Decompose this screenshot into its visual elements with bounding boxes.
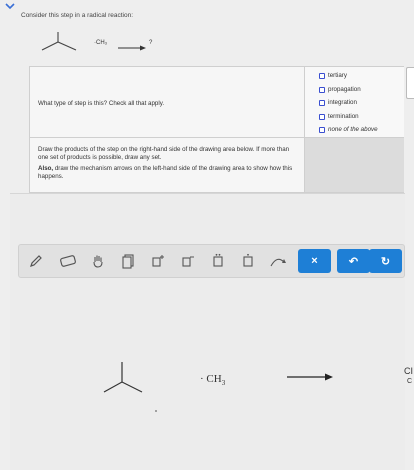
negative-charge-icon[interactable]: [177, 250, 199, 272]
checkbox[interactable]: [319, 126, 325, 133]
isobutane-structure: [41, 32, 77, 51]
drawing-instructions: Draw the products of the step on the rig…: [38, 146, 293, 180]
reaction-arrow-drawing[interactable]: [287, 373, 333, 381]
step-type-row: What type of step is this? Check all tha…: [30, 67, 404, 138]
hand-icon[interactable]: [87, 250, 109, 272]
lone-pair-icon[interactable]: [207, 250, 229, 272]
eraser-icon[interactable]: [57, 250, 79, 272]
stray-mark: [155, 410, 157, 412]
isobutane-drawing[interactable]: [100, 358, 145, 400]
side-panel-tab[interactable]: [406, 67, 414, 99]
drawing-canvas[interactable]: [10, 193, 405, 470]
redo-button[interactable]: ↻: [369, 249, 402, 273]
option-integration[interactable]: integration: [319, 99, 357, 106]
methyl-radical-drawing[interactable]: · CH3: [200, 373, 225, 387]
positive-charge-icon[interactable]: [147, 250, 169, 272]
methyl-radical-reagent: ·CH₃: [94, 40, 108, 46]
question-prompt: Consider this step in a radical reaction…: [21, 12, 134, 19]
curved-arrow-icon[interactable]: [267, 250, 289, 272]
answer-placeholder: [304, 138, 404, 192]
partial-label: C: [407, 378, 413, 385]
checkbox[interactable]: [319, 86, 325, 93]
drawing-instructions-row: Draw the products of the step on the rig…: [30, 138, 404, 192]
undo-button[interactable]: ↶: [337, 249, 370, 273]
option-propagation[interactable]: propagation: [319, 86, 361, 93]
option-termination[interactable]: termination: [319, 113, 359, 120]
copy-icon[interactable]: [117, 250, 139, 272]
drawing-toolbar: × ↶ ↻: [18, 244, 405, 278]
step-type-options: tertiary propagation integration termina…: [304, 67, 404, 137]
unknown-product: ?: [149, 40, 153, 46]
radical-icon[interactable]: [237, 250, 259, 272]
checkbox[interactable]: [319, 99, 325, 106]
pencil-icon[interactable]: [25, 250, 47, 272]
step-type-question: What type of step is this? Check all tha…: [38, 100, 165, 107]
partial-label: CI: [404, 366, 413, 376]
option-none-of-the-above[interactable]: none of the above: [319, 126, 378, 133]
collapse-chevron-icon[interactable]: [4, 1, 16, 11]
reaction-scheme: ·CH₃ ?: [38, 30, 178, 60]
checkbox[interactable]: [319, 72, 325, 79]
reaction-arrow-icon: [118, 45, 146, 51]
option-tertiary[interactable]: tertiary: [319, 72, 347, 79]
clear-button[interactable]: ×: [298, 249, 331, 273]
question-table: What type of step is this? Check all tha…: [29, 66, 404, 193]
checkbox[interactable]: [319, 113, 325, 120]
